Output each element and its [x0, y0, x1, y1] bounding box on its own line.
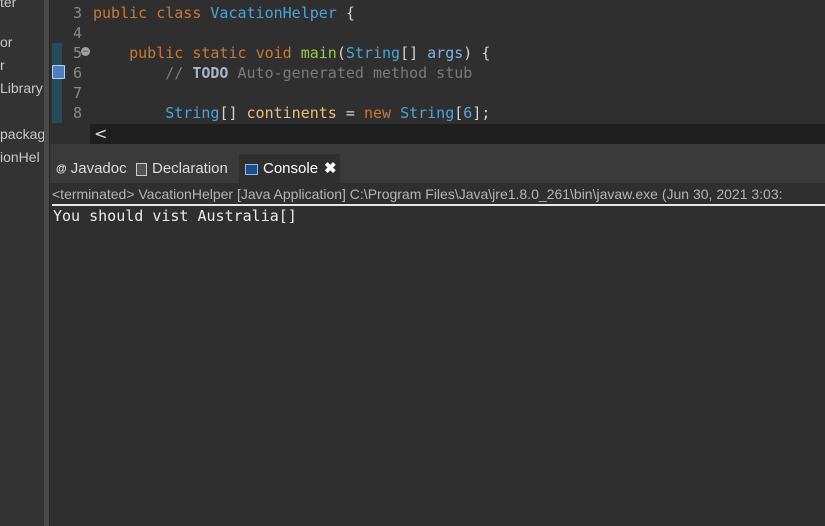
code-token: TODO	[192, 64, 229, 82]
code-token: String	[345, 44, 401, 62]
tab-console[interactable]: Console ✖	[239, 154, 340, 183]
code-token: 6	[463, 104, 473, 122]
code-token: public	[93, 4, 148, 22]
ruler-highlight	[52, 83, 62, 103]
code-token: static	[192, 44, 247, 62]
line-number-gutter: 3 4 5 − 6 7 8	[64, 0, 92, 124]
scroll-corner	[50, 124, 90, 144]
console-icon	[245, 163, 258, 175]
code-token: new	[363, 104, 392, 122]
annotation-ruler	[50, 0, 65, 124]
code-token: //	[165, 64, 184, 82]
bottom-tab-bar: @ Javadoc Declaration Console ✖	[50, 154, 825, 183]
code-token: String	[165, 104, 220, 122]
close-icon[interactable]: ✖	[324, 160, 337, 177]
tab-label: Console	[263, 160, 319, 177]
ruler-highlight	[52, 103, 62, 123]
code-token: public	[129, 44, 184, 62]
line-number: 7	[72, 84, 82, 102]
at-sign-icon: @	[56, 162, 67, 175]
line-number: 8	[72, 104, 82, 122]
view-separator[interactable]	[50, 144, 825, 154]
tab-declaration[interactable]: Declaration	[136, 154, 236, 183]
console-view[interactable]: <terminated> VacationHelper [Java Applic…	[50, 183, 825, 526]
code-token: class	[156, 4, 202, 22]
code-token: Auto-generated method stub	[237, 64, 473, 82]
code-token: continents	[246, 104, 337, 122]
tab-label: Declaration	[152, 160, 228, 177]
console-output-text[interactable]: You should vist Australia[]	[53, 207, 297, 225]
code-token: String	[400, 104, 455, 122]
code-line: String[] continents = new String[6];	[165, 104, 491, 122]
console-status-header: <terminated> VacationHelper [Java Applic…	[52, 186, 783, 202]
explorer-item[interactable]: or	[0, 34, 12, 50]
scroll-left-icon[interactable]: <	[94, 124, 107, 144]
code-editor[interactable]: 3 4 5 − 6 7 8 public class VacationHelpe…	[50, 0, 825, 124]
code-token: VacationHelper	[210, 4, 337, 22]
fold-collapse-icon[interactable]: −	[81, 47, 90, 56]
package-explorer: ter or r Library packag ionHel	[0, 0, 44, 526]
explorer-item[interactable]: ter	[0, 0, 16, 10]
code-token: args	[427, 44, 464, 62]
code-line: public static void main(String[] args) {	[129, 44, 491, 62]
horizontal-scrollbar[interactable]: <	[90, 124, 825, 144]
code-token: main	[300, 44, 337, 62]
ruler-highlight	[52, 43, 62, 63]
code-token: {	[345, 4, 355, 22]
line-number: 4	[72, 24, 82, 42]
explorer-item[interactable]: Library	[0, 80, 43, 96]
code-line: public class VacationHelper {	[93, 4, 355, 22]
explorer-item[interactable]: r	[0, 57, 5, 73]
declaration-icon	[136, 162, 147, 176]
tab-javadoc[interactable]: @ Javadoc	[56, 154, 136, 183]
console-divider	[52, 204, 825, 206]
tab-label: Javadoc	[70, 160, 127, 177]
code-line: // TODO Auto-generated method stub	[93, 64, 472, 82]
line-number: 3	[72, 4, 82, 22]
line-number: 5	[72, 44, 82, 62]
code-token: void	[255, 44, 292, 62]
explorer-item[interactable]: ionHel	[0, 149, 40, 165]
explorer-item[interactable]: packag	[0, 126, 44, 142]
line-number: 6	[72, 64, 82, 82]
